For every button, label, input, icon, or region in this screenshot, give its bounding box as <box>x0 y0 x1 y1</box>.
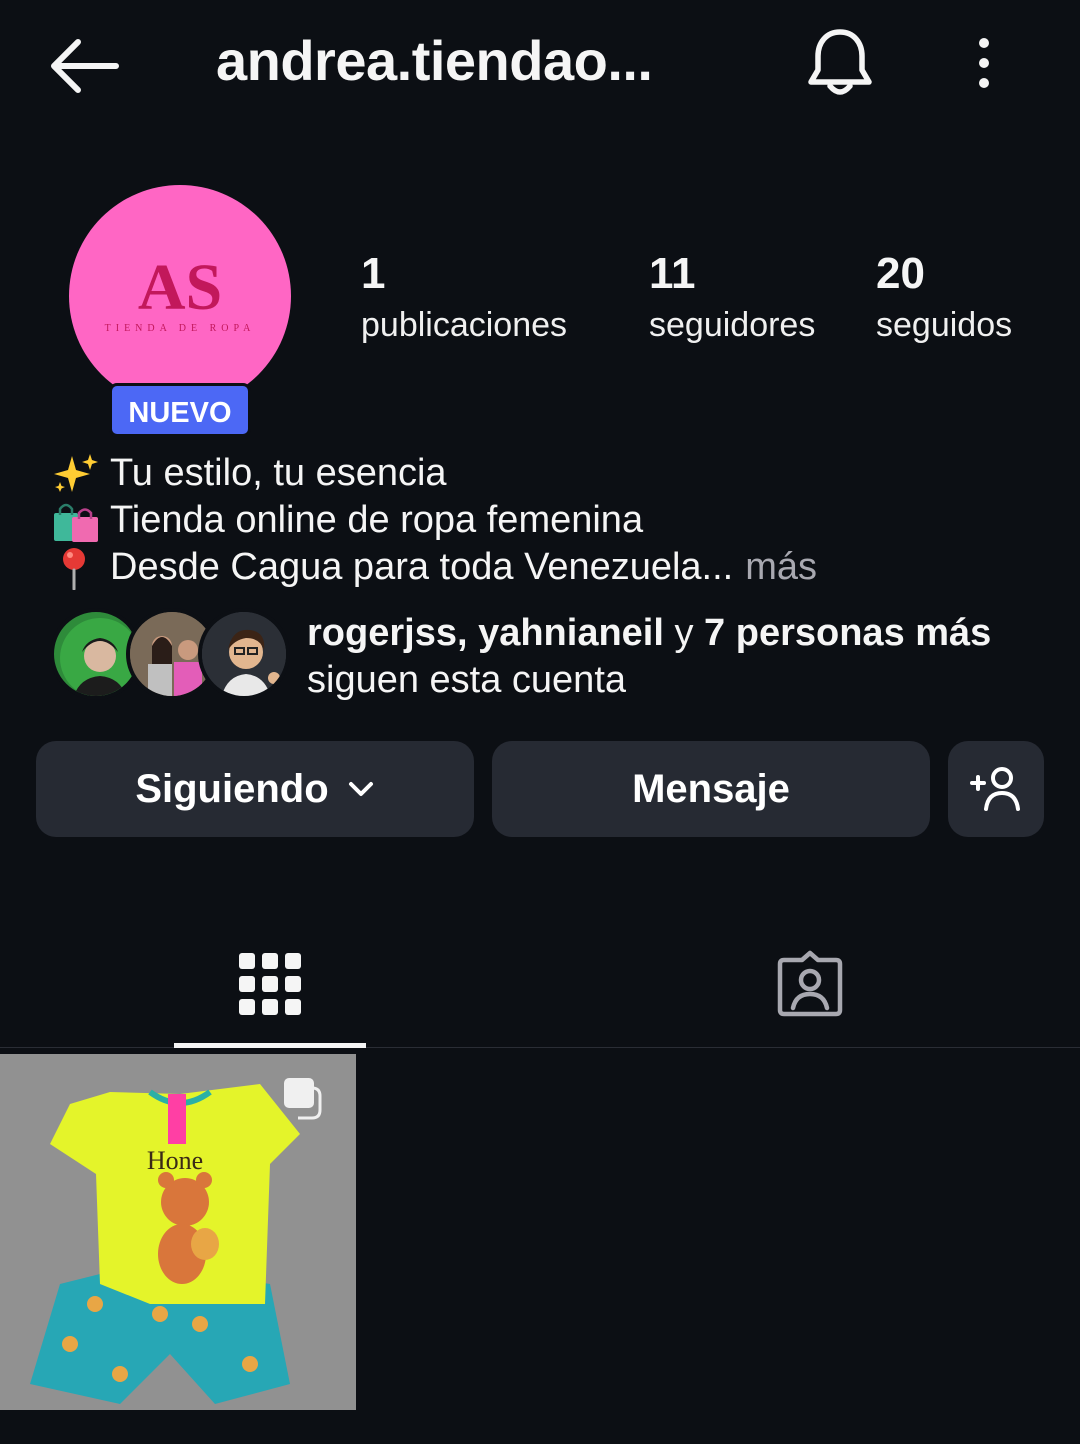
brand-logo: AS TIENDA DE ROPA <box>105 251 256 334</box>
stat-following-value: 20 <box>876 249 925 298</box>
stat-followers[interactable]: 11 seguidores <box>649 248 815 350</box>
tab-tagged[interactable] <box>540 920 1080 1048</box>
tab-posts-grid[interactable] <box>0 920 540 1048</box>
stat-following-label: seguidos <box>876 306 1013 344</box>
conjunction: y <box>663 612 705 654</box>
message-button[interactable]: Mensaje <box>492 741 930 837</box>
bio-line: Tienda online de ropa femenina <box>50 497 817 544</box>
bio-text: Desde Cagua para toda Venezuela... <box>110 546 734 588</box>
follower-avatar <box>198 608 290 700</box>
grid-icon <box>239 953 301 1015</box>
bio-line: Desde Cagua para toda Venezuela... más <box>50 544 817 591</box>
svg-text:AS: AS <box>138 251 222 324</box>
avatar[interactable]: AS TIENDA DE ROPA <box>69 185 291 407</box>
stat-posts[interactable]: 1 publicaciones <box>361 248 567 350</box>
active-tab-indicator <box>174 1043 366 1048</box>
new-badge: NUEVO <box>109 383 251 437</box>
pin-icon <box>63 547 85 590</box>
svg-text:TIENDA DE ROPA: TIENDA DE ROPA <box>105 323 256 334</box>
message-label: Mensaje <box>632 766 790 811</box>
bio-text: Tienda online de ropa femenina <box>110 499 644 541</box>
back-arrow-icon[interactable] <box>48 38 120 94</box>
followed-by[interactable]: rogerjss, yahnianeil y 7 personas más si… <box>50 606 1050 702</box>
add-person-button[interactable] <box>948 741 1044 837</box>
following-button[interactable]: Siguiendo <box>36 741 474 837</box>
follower-names: rogerjss, yahnianeil <box>307 612 664 654</box>
following-label: Siguiendo <box>135 766 329 811</box>
bio: Tu estilo, tu esencia Tienda online de r… <box>50 450 817 591</box>
followed-by-suffix: siguen esta cuenta <box>307 659 627 701</box>
followed-by-text: rogerjss, yahnianeil y 7 personas más si… <box>307 610 991 704</box>
page-title: andrea.tiendao... <box>216 29 653 92</box>
post-thumbnail[interactable]: Hone <box>0 1054 356 1410</box>
stat-following[interactable]: 20 seguidos <box>876 248 1012 350</box>
bio-line: Tu estilo, tu esencia <box>50 450 817 497</box>
pajama-photo: Hone <box>0 1054 356 1410</box>
tagged-person-icon <box>777 950 843 1017</box>
sparkles-icon <box>54 453 98 492</box>
svg-text:Hone: Hone <box>147 1146 203 1175</box>
profile-tabs <box>0 920 1080 1048</box>
more-vertical-icon[interactable] <box>966 36 1002 92</box>
add-person-icon <box>970 767 1020 811</box>
others-count: 7 personas más <box>704 612 992 654</box>
more-link[interactable]: más <box>745 544 817 591</box>
bell-icon[interactable] <box>806 26 874 100</box>
top-bar: andrea.tiendao... <box>0 0 1080 130</box>
stat-followers-label: seguidores <box>649 306 816 344</box>
stat-posts-value: 1 <box>361 249 386 298</box>
stat-posts-label: publicaciones <box>361 306 568 344</box>
bio-text: Tu estilo, tu esencia <box>110 452 447 494</box>
shopping-bags-icon <box>54 503 98 542</box>
chevron-down-icon <box>348 782 373 796</box>
stat-followers-value: 11 <box>649 249 696 298</box>
